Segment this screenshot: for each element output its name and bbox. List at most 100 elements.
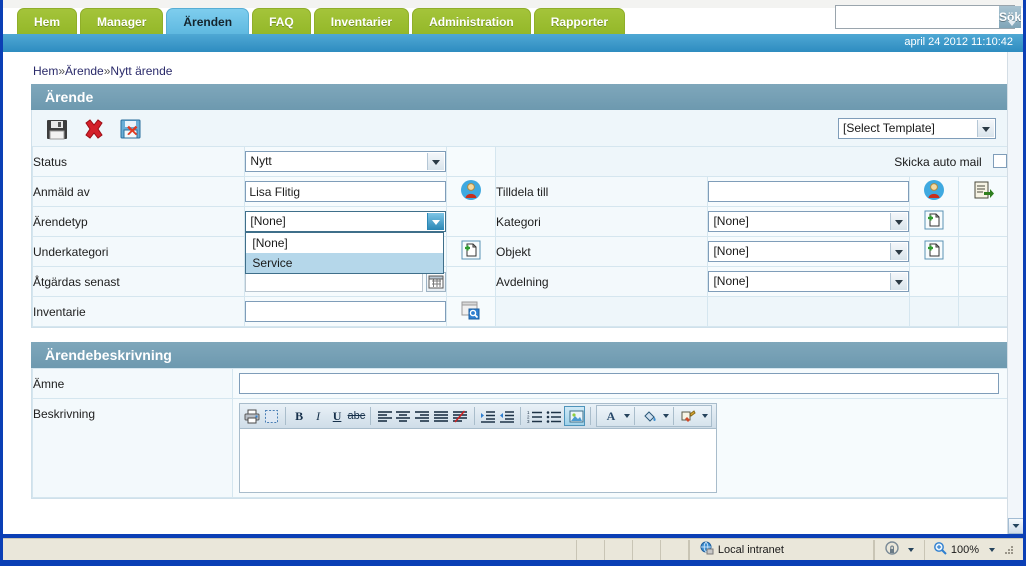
tab-faq[interactable]: FAQ bbox=[252, 8, 311, 34]
dropdown-option-none[interactable]: [None] bbox=[246, 233, 443, 253]
select-all-icon[interactable] bbox=[263, 406, 280, 426]
atgardas-senast-input[interactable] bbox=[245, 271, 424, 292]
current-datetime: april 24 2012 11:10:42 bbox=[904, 36, 1013, 48]
tilldela-till-input[interactable] bbox=[708, 181, 910, 202]
remove-format-icon[interactable] bbox=[452, 406, 469, 426]
auto-mail-checkbox[interactable] bbox=[993, 154, 1007, 168]
field-status: Nytt bbox=[244, 146, 448, 177]
new-document-icon[interactable] bbox=[924, 210, 944, 233]
status-select[interactable]: Nytt bbox=[245, 151, 447, 172]
zoom-control[interactable]: 100% bbox=[925, 540, 1023, 560]
tab-arenden[interactable]: Ärenden bbox=[166, 8, 250, 34]
kategori-select[interactable]: [None] bbox=[708, 211, 910, 232]
new-document-icon[interactable] bbox=[461, 240, 481, 263]
tab-manager[interactable]: Manager bbox=[80, 8, 164, 34]
svg-text:3: 3 bbox=[527, 419, 530, 423]
align-justify-icon[interactable] bbox=[433, 406, 450, 426]
align-left-icon[interactable] bbox=[376, 406, 393, 426]
toolbar-separator bbox=[633, 407, 635, 425]
numbered-list-icon[interactable]: 1 2 3 bbox=[526, 406, 543, 426]
save-icon[interactable] bbox=[44, 116, 72, 144]
breadcrumb-item-arende[interactable]: Ärende bbox=[65, 64, 104, 78]
fill-color-icon[interactable] bbox=[639, 406, 661, 426]
inventarie-spare-3 bbox=[909, 296, 960, 327]
bold-icon[interactable]: B bbox=[291, 406, 308, 426]
inventarie-input[interactable] bbox=[245, 301, 447, 322]
main-navigation-tabs: Hem Manager Ärenden FAQ Inventarier Admi… bbox=[3, 0, 1023, 34]
font-color-icon[interactable]: A bbox=[600, 406, 622, 426]
status-bar: Local intranet 100% bbox=[3, 538, 1023, 560]
dropdown-option-service[interactable]: Service bbox=[246, 253, 444, 273]
case-panel: [Select Template] Status Nytt Skicka aut… bbox=[31, 110, 1009, 328]
tab-hem[interactable]: Hem bbox=[17, 8, 78, 34]
template-select-container: [Select Template] bbox=[838, 118, 996, 139]
chevron-down-icon[interactable] bbox=[701, 414, 708, 418]
search-button[interactable]: Sök bbox=[999, 6, 1022, 28]
table-row: Ämne bbox=[32, 368, 1008, 399]
inventory-search-icon[interactable] bbox=[460, 300, 482, 323]
person-picker-icon[interactable] bbox=[460, 179, 482, 204]
toolbar-separator bbox=[370, 407, 372, 425]
tab-rapporter[interactable]: Rapporter bbox=[533, 8, 626, 34]
chevron-down-icon bbox=[890, 273, 908, 290]
breadcrumb-item-nytt-arende[interactable]: Nytt ärende bbox=[110, 64, 172, 78]
arendetyp-dropdown-list: [None] Service bbox=[245, 232, 445, 274]
delete-icon[interactable] bbox=[81, 116, 109, 144]
zoom-level-label: 100% bbox=[950, 543, 979, 556]
tilldela-person-cell bbox=[909, 176, 960, 207]
security-zone[interactable]: Local intranet bbox=[688, 539, 874, 560]
underkategori-new-cell bbox=[446, 236, 497, 267]
label-atgardas-senast: Åtgärdas senast bbox=[31, 266, 246, 297]
chevron-down-icon[interactable] bbox=[907, 547, 914, 552]
assign-notepad-icon[interactable] bbox=[972, 179, 995, 204]
scroll-down-button[interactable] bbox=[1008, 518, 1023, 534]
new-document-icon[interactable] bbox=[924, 240, 944, 263]
avdelning-select[interactable]: [None] bbox=[708, 271, 910, 292]
field-inventarie bbox=[244, 296, 448, 327]
toolbar-separator bbox=[473, 407, 475, 425]
resize-grip[interactable] bbox=[1003, 544, 1015, 556]
label-underkategori: Underkategori bbox=[31, 236, 246, 267]
underline-icon[interactable]: U bbox=[329, 406, 346, 426]
format-painter-icon[interactable] bbox=[678, 406, 700, 426]
breadcrumb-item-hem[interactable]: Hem bbox=[33, 64, 58, 78]
chevron-down-icon[interactable] bbox=[623, 414, 630, 418]
tab-inventarier[interactable]: Inventarier bbox=[313, 8, 410, 34]
chevron-down-icon bbox=[427, 153, 445, 170]
anmald-av-picker-cell bbox=[446, 176, 497, 207]
person-picker-icon[interactable] bbox=[923, 179, 945, 204]
template-select[interactable]: [Select Template] bbox=[838, 118, 996, 139]
objekt-select[interactable]: [None] bbox=[708, 241, 910, 262]
strikethrough-icon[interactable]: abc bbox=[348, 406, 366, 426]
align-right-icon[interactable] bbox=[414, 406, 431, 426]
save-close-icon[interactable] bbox=[119, 116, 147, 144]
insert-image-icon[interactable] bbox=[564, 406, 586, 426]
anmald-av-input[interactable] bbox=[245, 181, 447, 202]
table-row: Status Nytt Skicka auto mail bbox=[31, 146, 1008, 177]
privacy-settings[interactable] bbox=[873, 539, 925, 560]
beskrivning-editor[interactable] bbox=[239, 429, 717, 493]
print-icon[interactable] bbox=[244, 406, 261, 426]
bullet-list-icon[interactable] bbox=[545, 406, 562, 426]
align-center-icon[interactable] bbox=[395, 406, 412, 426]
template-select-value: [Select Template] bbox=[843, 121, 935, 135]
page-content: Hem»Ärende»Nytt ärende Ärende [Select Te… bbox=[3, 52, 1023, 534]
field-tilldela-till bbox=[707, 176, 911, 207]
chevron-down-icon bbox=[890, 243, 908, 260]
description-form-grid: Ämne Beskrivning B I U abc 1 2 3 A bbox=[32, 368, 1008, 498]
indent-icon[interactable] bbox=[480, 406, 497, 426]
label-kategori: Kategori bbox=[495, 206, 709, 237]
search-input[interactable] bbox=[836, 6, 999, 28]
chevron-down-icon[interactable] bbox=[662, 414, 669, 418]
outdent-icon[interactable] bbox=[499, 406, 516, 426]
italic-icon[interactable]: I bbox=[310, 406, 327, 426]
vertical-scrollbar[interactable] bbox=[1007, 52, 1023, 534]
calendar-icon[interactable] bbox=[426, 271, 447, 292]
amne-input[interactable] bbox=[239, 373, 999, 394]
chevron-down-icon[interactable] bbox=[989, 547, 995, 552]
tab-administration[interactable]: Administration bbox=[412, 8, 531, 34]
table-row: Ärendetyp [None] [None] Service Kategori… bbox=[31, 206, 1008, 274]
arendetyp-select[interactable]: [None] [None] Service bbox=[245, 211, 447, 274]
label-inventarie: Inventarie bbox=[31, 296, 246, 327]
description-panel: Ämne Beskrivning B I U abc 1 2 3 A bbox=[31, 368, 1009, 499]
